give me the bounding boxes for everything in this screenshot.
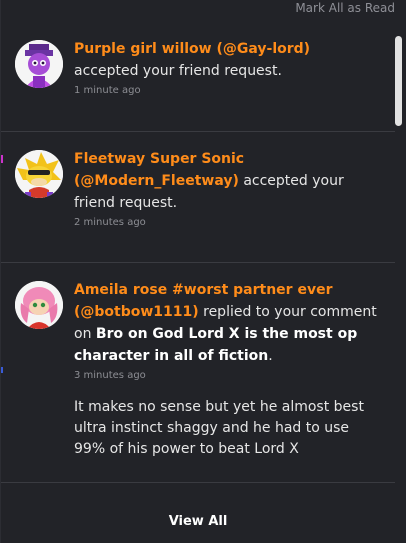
edge-accent-mark (1, 367, 3, 373)
notification-action: accepted your friend request. (74, 63, 282, 79)
pink-hedgehog-avatar-icon[interactable] (15, 281, 63, 329)
notifications-header: Mark All as Read (1, 0, 406, 22)
notifications-panel: Mark All as Read Purple girl willow (@Ga… (0, 0, 406, 543)
notification-item[interactable]: Ameila rose #worst partner ever (@botbow… (1, 263, 395, 483)
scrollbar-thumb[interactable] (395, 36, 402, 126)
notification-post-link[interactable]: Bro on God Lord X is the most op charact… (74, 326, 357, 364)
notification-item[interactable]: Fleetway Super Sonic (@Modern_Fleetway) … (1, 132, 395, 263)
notification-post-suffix: . (268, 348, 273, 364)
scrollbar-track[interactable] (395, 36, 402, 536)
edge-accent-mark (1, 155, 3, 163)
notifications-footer: View All (1, 500, 395, 543)
view-all-button[interactable]: View All (169, 514, 228, 529)
yellow-sonic-avatar-icon[interactable] (15, 150, 63, 198)
notification-username[interactable]: Purple girl willow (@Gay-lord) (74, 41, 310, 57)
reply-preview-text: It makes no sense but yet he almost best… (74, 399, 364, 457)
notification-text: Ameila rose #worst partner ever (@botbow… (74, 279, 377, 367)
notification-time: 2 minutes ago (74, 217, 146, 228)
notification-time: 3 minutes ago (74, 370, 146, 381)
notification-text: Purple girl willow (@Gay-lord) accepted … (74, 38, 377, 82)
notification-item[interactable]: Purple girl willow (@Gay-lord) accepted … (1, 22, 395, 132)
notification-text: Fleetway Super Sonic (@Modern_Fleetway) … (74, 148, 377, 214)
notification-list: Purple girl willow (@Gay-lord) accepted … (1, 22, 395, 500)
mark-all-read-link[interactable]: Mark All as Read (295, 1, 395, 15)
purple-character-avatar-icon[interactable] (15, 40, 63, 88)
notification-username[interactable]: Fleetway Super Sonic (@Modern_Fleetway) (74, 151, 244, 189)
notification-time: 1 minute ago (74, 85, 141, 96)
